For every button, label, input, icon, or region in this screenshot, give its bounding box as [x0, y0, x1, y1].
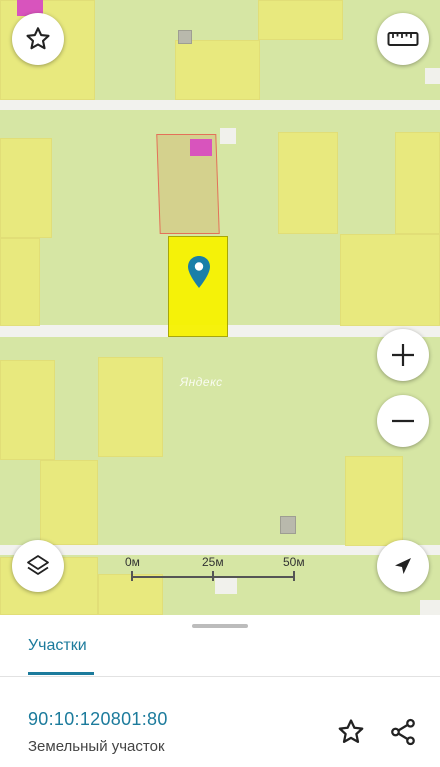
scale-bar: 0м 25м 50м [125, 555, 305, 585]
parcel[interactable] [40, 460, 98, 545]
tab-indicator [28, 672, 94, 675]
favorite-parcel-button[interactable] [334, 715, 368, 749]
scale-label: 25м [202, 555, 224, 569]
building [220, 128, 236, 144]
object-type: Земельный участок [28, 738, 165, 755]
location-pin-icon[interactable] [187, 255, 211, 289]
layers-icon [27, 555, 49, 575]
share-icon [391, 718, 415, 746]
scale-tick [293, 571, 295, 581]
my-location-button[interactable] [377, 540, 429, 592]
scale-tick [212, 571, 214, 581]
ruler-icon [387, 32, 419, 46]
sheet-drag-handle[interactable] [192, 624, 248, 628]
parcel[interactable] [98, 357, 163, 457]
parcel[interactable] [0, 238, 40, 326]
plus-icon [392, 344, 414, 366]
parcel[interactable] [278, 132, 338, 234]
building [178, 30, 192, 44]
building [425, 68, 440, 84]
minus-icon [392, 419, 414, 423]
ruler-button[interactable] [377, 13, 429, 65]
parcel[interactable] [0, 360, 55, 460]
building [420, 600, 440, 615]
road [0, 545, 440, 555]
parcel[interactable] [0, 138, 52, 238]
map-canvas[interactable]: Яндекс 0м 25м 50м [0, 0, 440, 615]
scale-label: 0м [125, 555, 140, 569]
building-marker [190, 139, 212, 156]
parcel[interactable] [345, 456, 403, 546]
tab-parcels[interactable]: Участки [28, 637, 87, 655]
navigation-arrow-icon [395, 558, 411, 574]
star-outline-icon [26, 27, 50, 50]
favorite-button[interactable] [12, 13, 64, 65]
parcel[interactable] [258, 0, 343, 40]
share-button[interactable] [386, 715, 420, 749]
map-watermark: Яндекс [180, 375, 223, 389]
zoom-out-button[interactable] [377, 395, 429, 447]
layers-button[interactable] [12, 540, 64, 592]
bottom-sheet: Участки 90:10:120801:80 Земельный участо… [0, 615, 440, 767]
scale-label: 50м [283, 555, 305, 569]
road [0, 100, 440, 110]
cadastral-number[interactable]: 90:10:120801:80 [28, 709, 168, 730]
divider [0, 676, 440, 677]
star-outline-icon [338, 719, 364, 743]
zoom-in-button[interactable] [377, 329, 429, 381]
building [280, 516, 296, 534]
parcel[interactable] [340, 234, 440, 326]
parcel[interactable] [395, 132, 440, 234]
parcel[interactable] [175, 40, 260, 100]
scale-tick [131, 571, 133, 581]
